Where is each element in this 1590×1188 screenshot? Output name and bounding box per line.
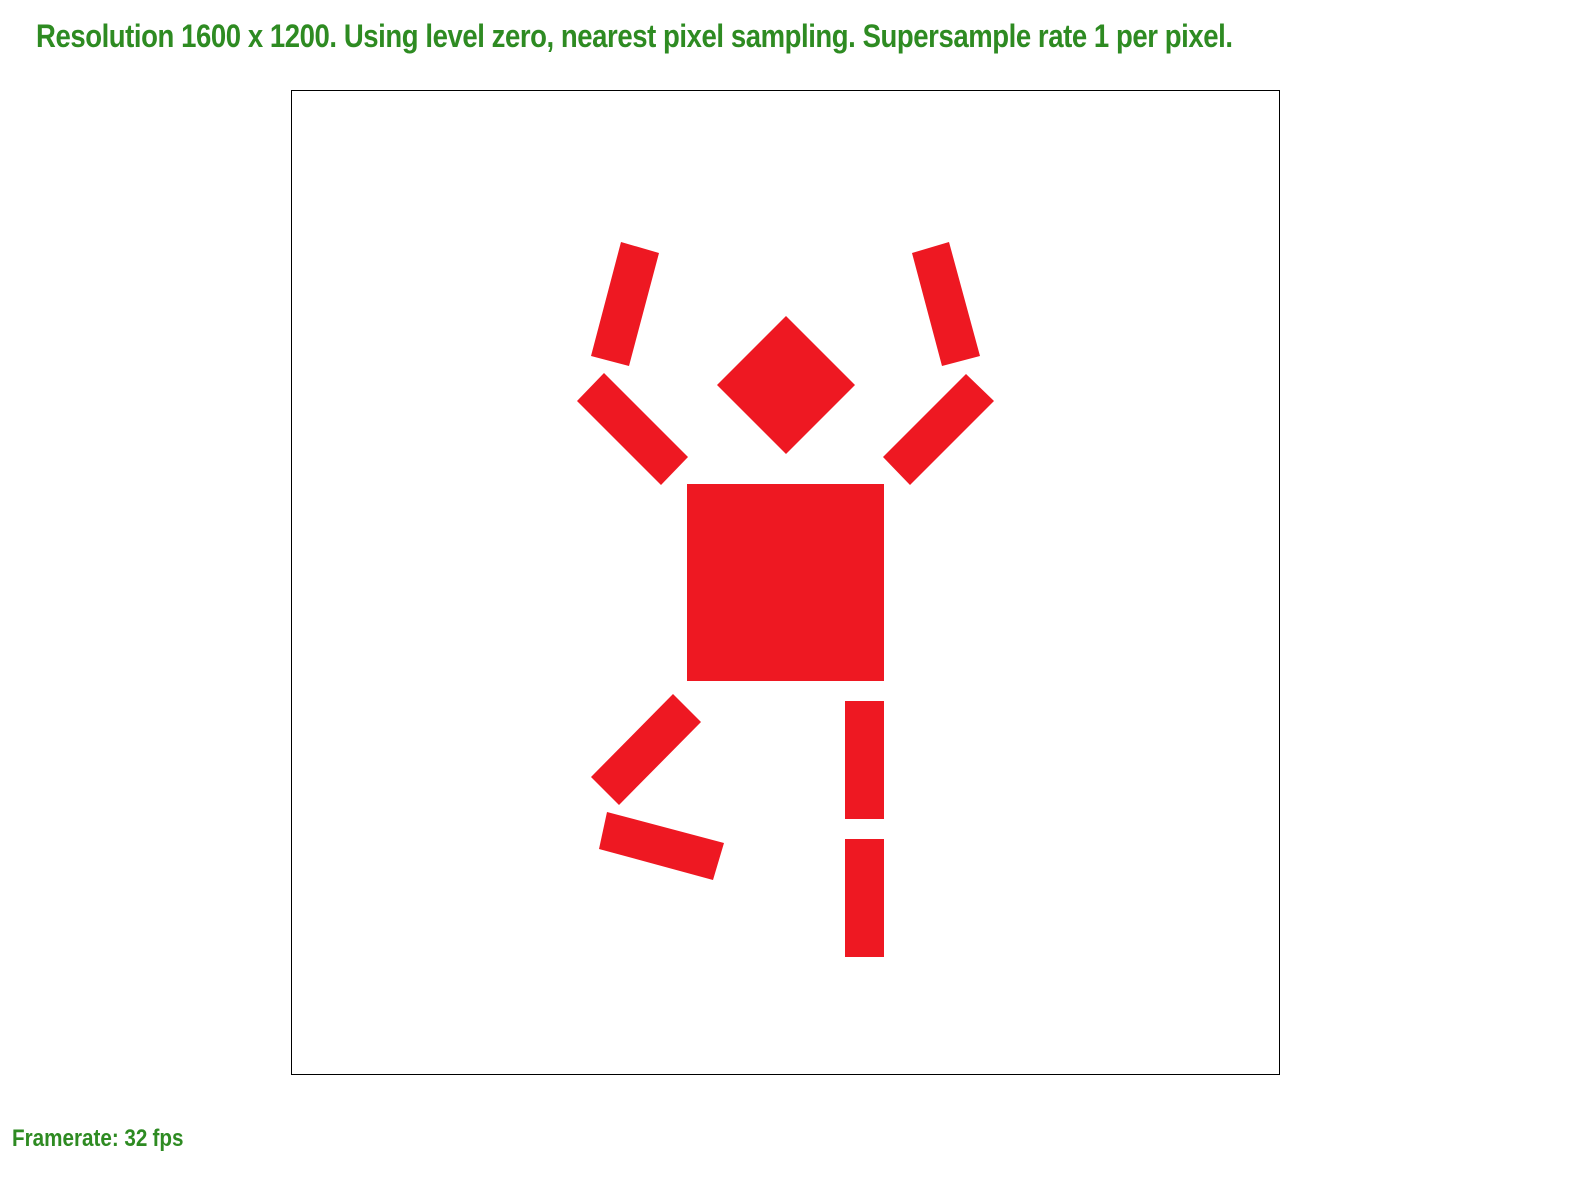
torso [687,484,884,681]
framerate-label: Framerate: [12,1125,119,1152]
framerate-readout: Framerate: 32 fps [12,1122,184,1156]
render-canvas[interactable] [291,90,1280,1075]
left-upper-arm [577,373,688,485]
render-status-text: Resolution 1600 x 1200. Using level zero… [36,18,1233,54]
scene-svg [577,242,994,957]
left-forearm [591,242,659,366]
right-shin [845,839,884,957]
framerate-value: 32 [124,1125,148,1152]
right-thigh [845,701,884,819]
left-shin [599,812,724,880]
right-forearm [912,242,980,366]
stick-figure [577,242,994,957]
head [717,316,855,454]
right-upper-arm [883,374,994,485]
left-thigh [591,694,701,805]
framerate-unit: fps [152,1125,184,1152]
